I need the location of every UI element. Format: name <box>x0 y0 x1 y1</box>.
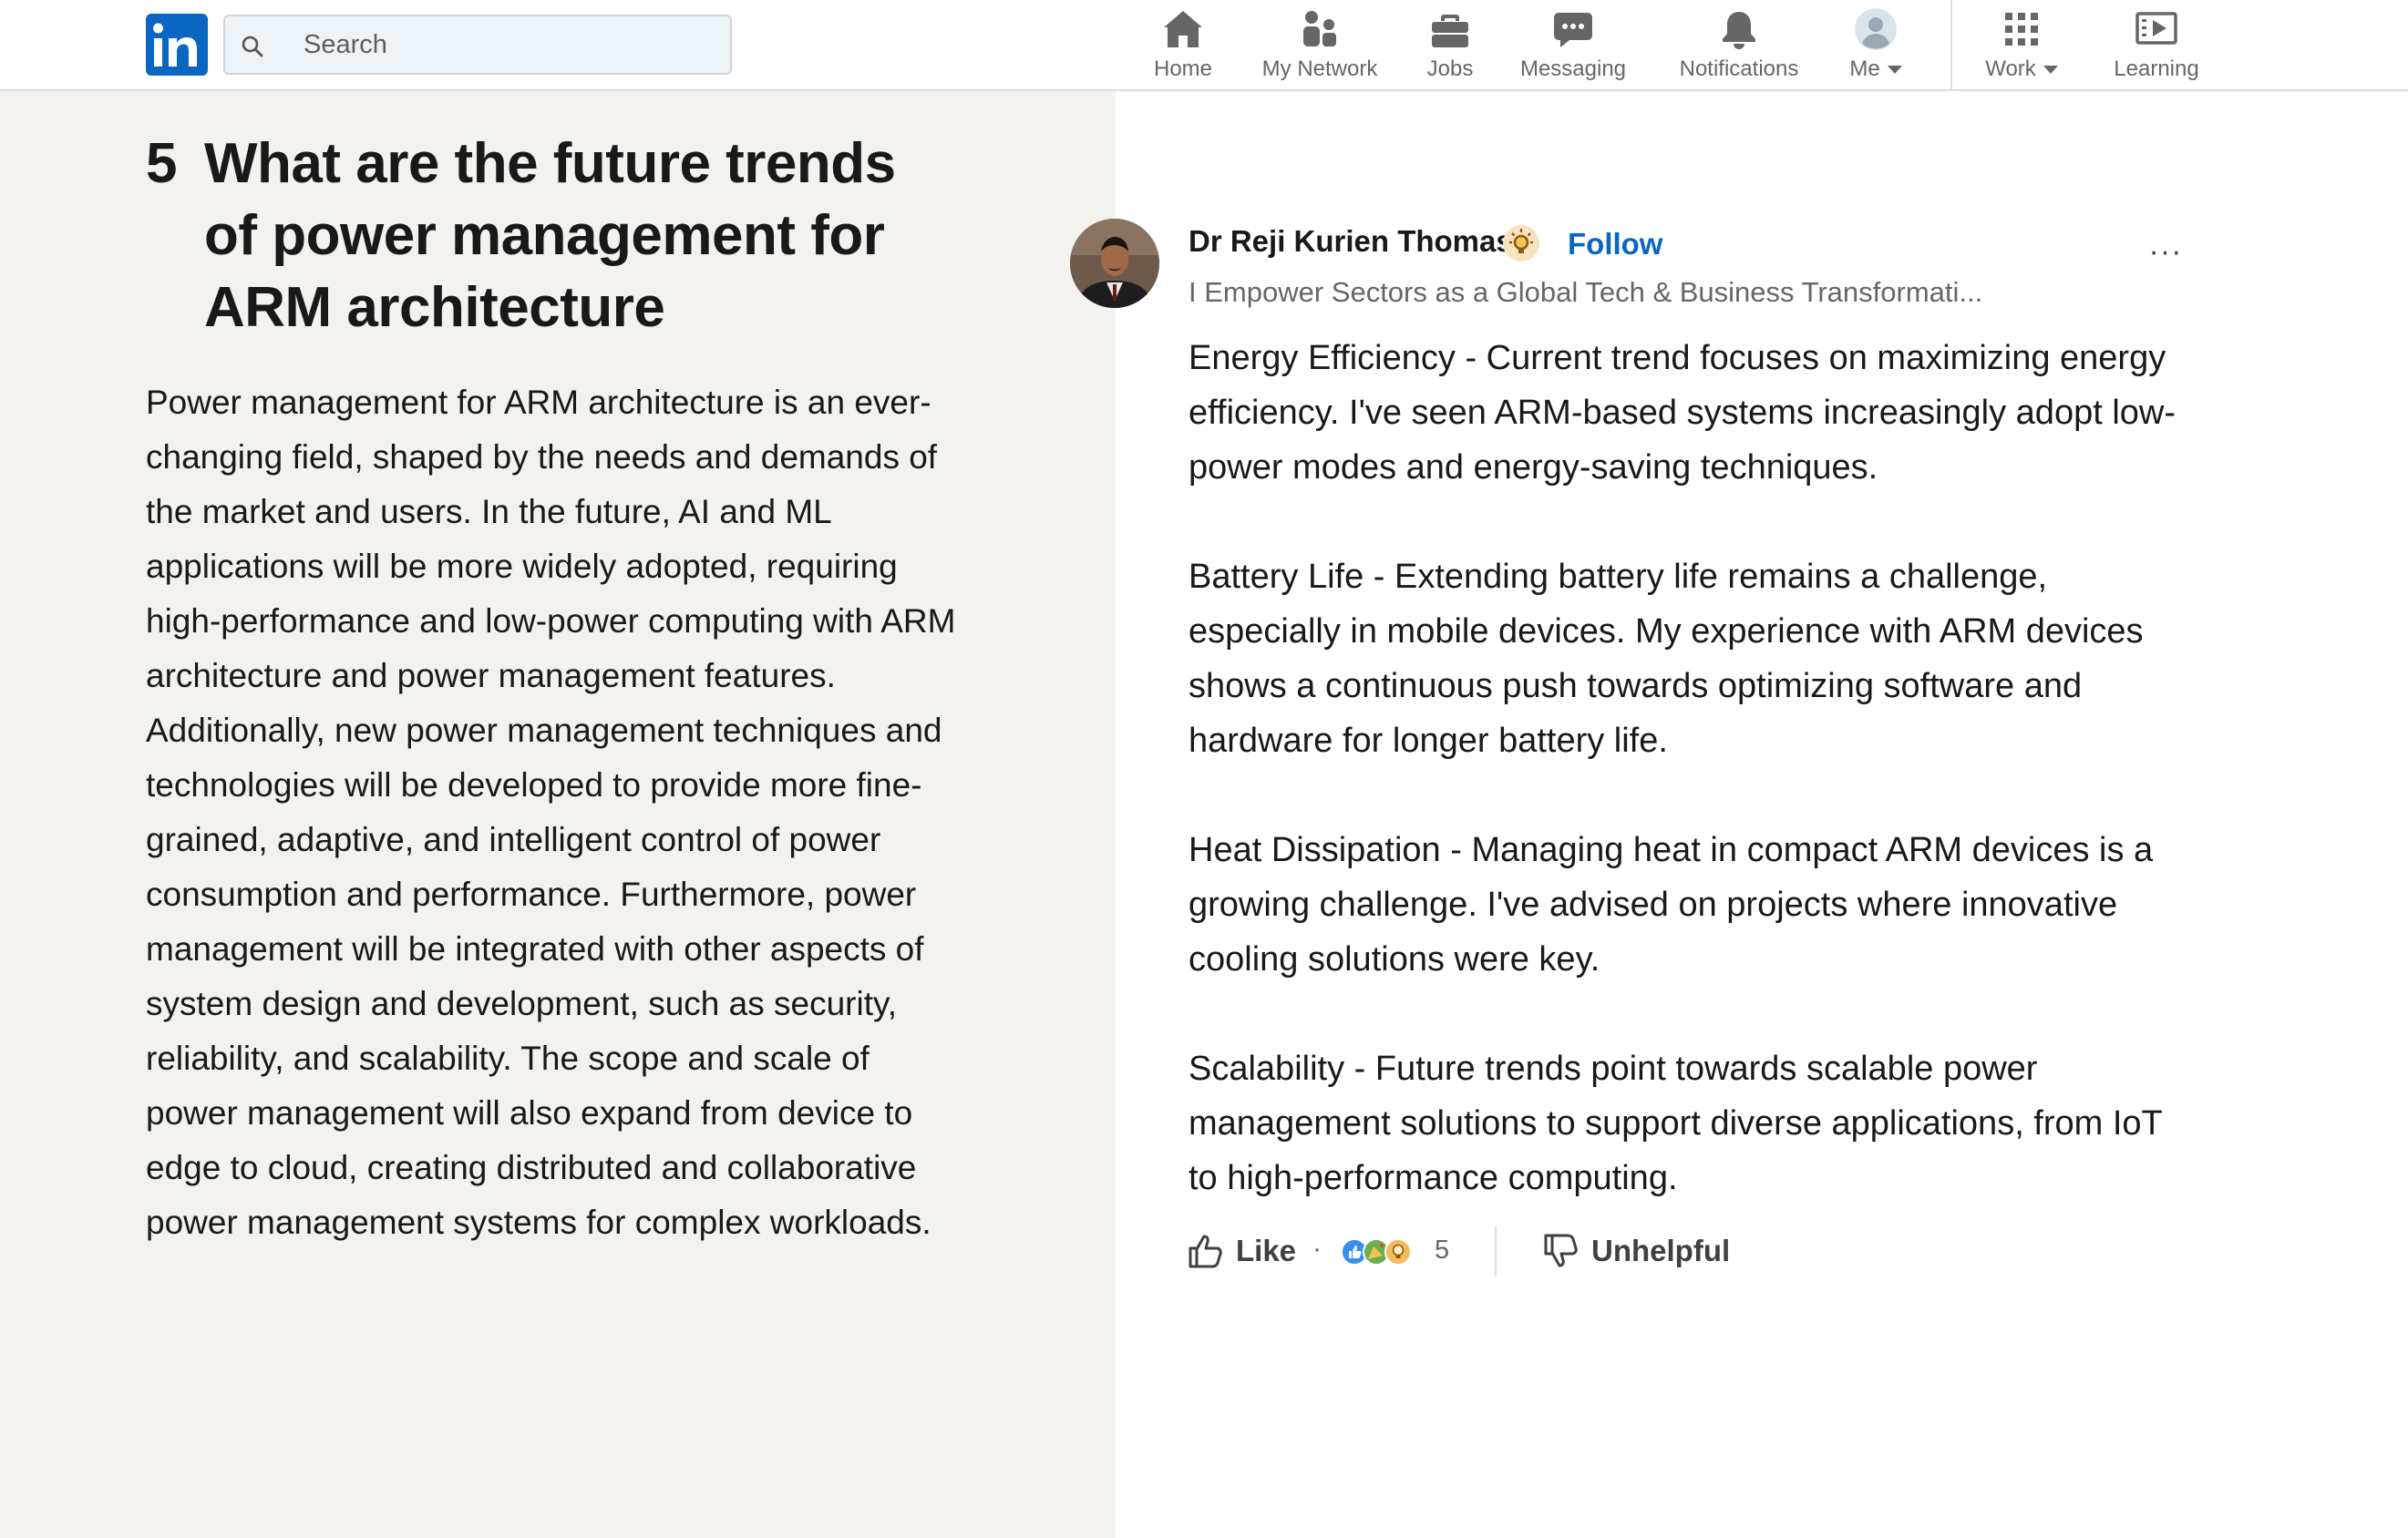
notifications-icon <box>1723 12 1755 49</box>
follow-button[interactable]: Follow <box>1568 227 1662 261</box>
learning-icon <box>2135 12 2177 45</box>
reactions-divider <box>1495 1226 1497 1276</box>
search-icon <box>242 36 263 57</box>
nav-divider <box>1950 0 1952 89</box>
top-navigation-bar: Home My Network Jobs <box>0 0 2408 91</box>
section-heading: 5 What are the future trends of power ma… <box>146 128 966 343</box>
nav-messaging-label: Messaging <box>1519 56 1627 81</box>
overflow-menu-icon[interactable]: ··· <box>2147 236 2184 270</box>
thumbs-up-icon <box>1189 1235 1222 1268</box>
nav-home[interactable]: Home <box>1147 5 1219 86</box>
grid-apps-icon <box>2005 13 2038 46</box>
section-body-text: Power management for ARM architecture is… <box>146 384 956 1241</box>
nav-my-network[interactable]: My Network <box>1256 5 1384 86</box>
nav-my-network-label: My Network <box>1261 56 1378 81</box>
nav-home-label: Home <box>1153 56 1213 81</box>
nav-notifications[interactable]: Notifications <box>1672 5 1806 86</box>
nav-learning[interactable]: Learning <box>2109 5 2204 86</box>
nav-learning-label: Learning <box>2114 56 2199 81</box>
separator-dot: · <box>1312 1234 1322 1264</box>
like-label: Like <box>1236 1234 1297 1267</box>
author-headline: I Empower Sectors as a Global Tech & Bus… <box>1189 276 1983 308</box>
unhelpful-label: Unhelpful <box>1591 1234 1731 1267</box>
nav-me-label: Me <box>1849 56 1902 82</box>
home-icon <box>1164 11 1202 47</box>
contribution-paragraph: Heat Dissipation - Managing heat in comp… <box>1189 831 2154 979</box>
contribution-paragraph: Scalability - Future trends point toward… <box>1189 1050 2163 1197</box>
nav-work-label: Work <box>1985 56 2058 82</box>
section-title: What are the future trends of power mana… <box>204 132 896 339</box>
my-network-icon <box>1303 11 1336 46</box>
reaction-icons[interactable] <box>1340 1237 1427 1266</box>
profile-avatar-icon <box>1855 8 1897 50</box>
reaction-count[interactable]: 5 <box>1435 1236 1449 1266</box>
messaging-icon <box>1554 13 1592 47</box>
me-dropdown-caret-icon <box>1887 65 1902 74</box>
author-avatar[interactable] <box>1070 219 1159 308</box>
nav-me[interactable]: Me <box>1843 5 1909 86</box>
jobs-icon <box>1432 15 1468 47</box>
lightbulb-badge-icon <box>1503 225 1539 261</box>
nav-work[interactable]: Work <box>1980 5 2063 86</box>
contribution-text: Energy Efficiency - Current trend focuse… <box>1189 331 2200 1205</box>
author-name[interactable]: Dr Reji Kurien Thomas <box>1189 224 1513 259</box>
linkedin-logo-icon[interactable] <box>146 14 208 76</box>
contribution-paragraph: Energy Efficiency - Current trend focuse… <box>1189 339 2176 487</box>
unhelpful-button[interactable]: Unhelpful <box>1542 1226 1730 1276</box>
nav-messaging[interactable]: Messaging <box>1517 5 1630 86</box>
insightful-reaction-icon <box>1384 1238 1412 1266</box>
nav-notifications-label: Notifications <box>1679 56 1799 81</box>
nav-jobs-label: Jobs <box>1426 56 1474 81</box>
contribution-paragraph: Battery Life - Extending battery life re… <box>1189 558 2144 760</box>
like-button[interactable]: Like <box>1187 1226 1296 1276</box>
work-dropdown-caret-icon <box>2043 65 2058 74</box>
search-input[interactable] <box>304 22 705 67</box>
section-number: 5 <box>146 132 177 195</box>
search-box[interactable] <box>223 15 732 75</box>
thumbs-down-icon <box>1544 1234 1578 1267</box>
reactions-bar: Like · 5 Unhelpful <box>1187 1226 2007 1276</box>
nav-jobs[interactable]: Jobs <box>1421 5 1479 86</box>
